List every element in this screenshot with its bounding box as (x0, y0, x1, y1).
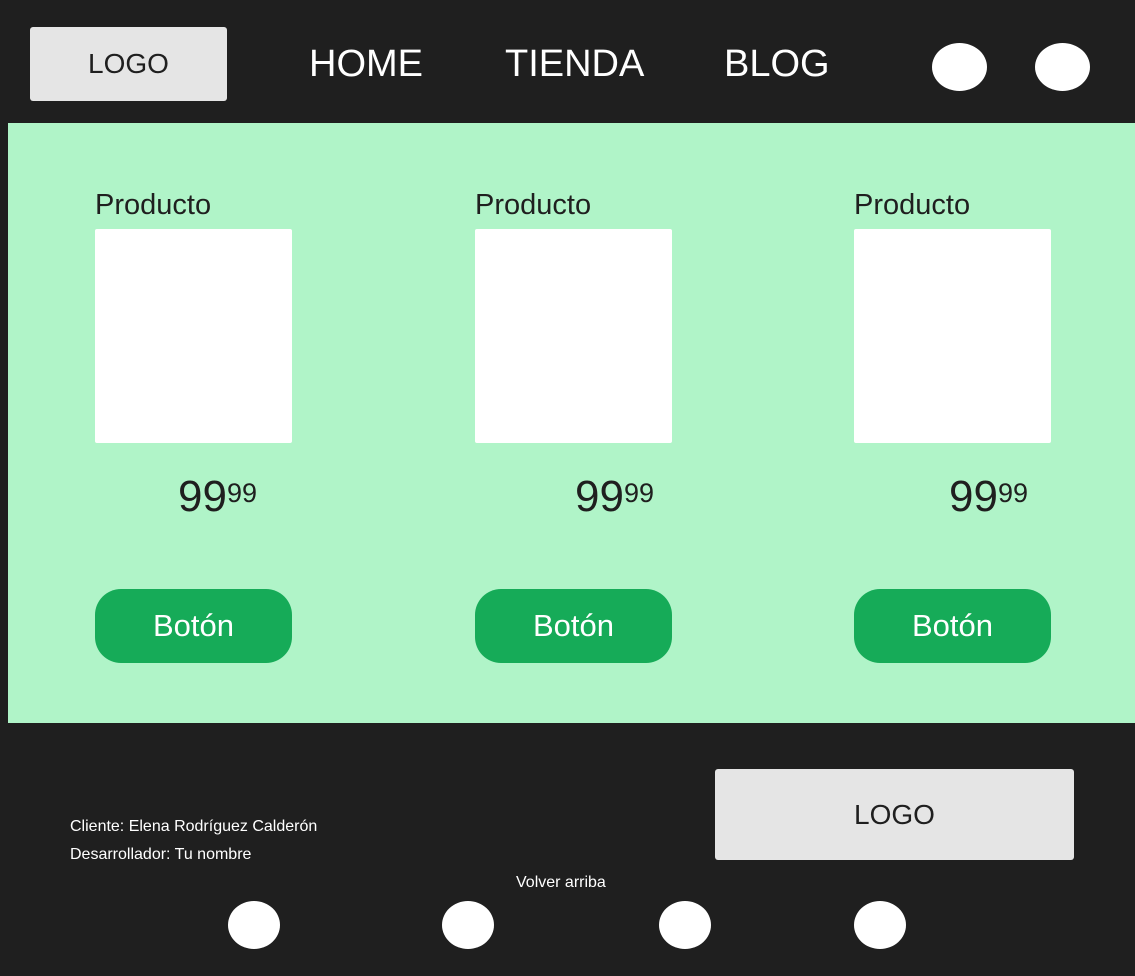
price-fraction: 99 (997, 478, 1028, 508)
product-button[interactable]: Botón (854, 589, 1051, 663)
product-card: Producto 9999 Botón (854, 123, 1074, 723)
product-price: 9999 (575, 471, 654, 523)
footer-logo[interactable]: LOGO (715, 769, 1074, 860)
product-title: Producto (95, 189, 212, 221)
footer-circle-icon[interactable] (659, 901, 711, 949)
product-card: Producto 9999 Botón (95, 123, 315, 723)
product-card: Producto 9999 Botón (475, 123, 695, 723)
footer-client: Cliente: Elena Rodríguez Calderón (70, 818, 318, 835)
product-image-placeholder (95, 229, 292, 443)
price-main: 99 (575, 472, 624, 521)
product-price: 9999 (949, 471, 1028, 523)
product-button[interactable]: Botón (95, 589, 292, 663)
nav-home[interactable]: HOME (309, 41, 423, 87)
footer-developer: Desarrollador: Tu nombre (70, 846, 252, 863)
site-footer: Cliente: Elena Rodríguez Calderón Desarr… (8, 723, 1135, 976)
header-circle-icon[interactable] (1035, 43, 1090, 91)
nav-blog[interactable]: BLOG (724, 41, 830, 87)
footer-circle-icon[interactable] (228, 901, 280, 949)
site-header: LOGO HOME TIENDA BLOG (8, 7, 1135, 123)
product-title: Producto (854, 189, 971, 221)
footer-circle-icon[interactable] (442, 901, 494, 949)
product-title: Producto (475, 189, 592, 221)
price-main: 99 (949, 472, 998, 521)
price-main: 99 (178, 472, 227, 521)
back-to-top-link[interactable]: Volver arriba (516, 873, 606, 893)
product-button[interactable]: Botón (475, 589, 672, 663)
header-logo[interactable]: LOGO (30, 27, 227, 101)
product-image-placeholder (854, 229, 1051, 443)
header-circle-icon[interactable] (932, 43, 987, 91)
footer-circle-icon[interactable] (854, 901, 906, 949)
product-section: Producto 9999 Botón Producto 9999 Botón … (8, 123, 1135, 723)
product-price: 9999 (178, 471, 257, 523)
price-fraction: 99 (623, 478, 654, 508)
nav-tienda[interactable]: TIENDA (505, 41, 644, 87)
product-image-placeholder (475, 229, 672, 443)
price-fraction: 99 (226, 478, 257, 508)
